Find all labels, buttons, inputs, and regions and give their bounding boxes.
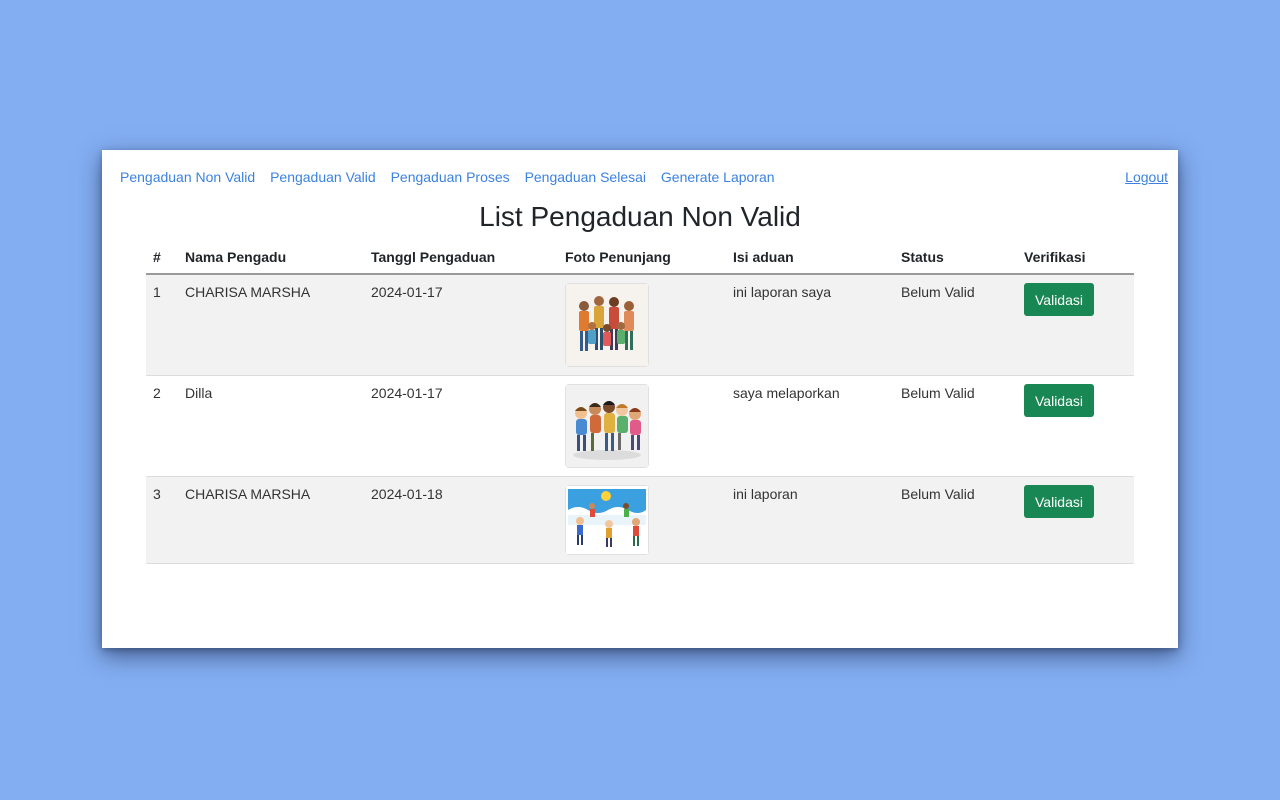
cell-verifikasi: Validasi: [1017, 476, 1134, 564]
nav-links: Pengaduan Non Valid Pengaduan Valid Peng…: [120, 169, 786, 185]
logout-link[interactable]: Logout: [1125, 167, 1168, 187]
table-row: 1 CHARISA MARSHA 2024-01-17 ini laporan …: [146, 274, 1134, 376]
cell-verifikasi: Validasi: [1017, 274, 1134, 376]
nav-link-pengaduan-proses[interactable]: Pengaduan Proses: [391, 169, 510, 185]
cell-foto: [558, 375, 726, 477]
cell-isi: saya melaporkan: [726, 375, 894, 477]
column-header-number: #: [146, 240, 178, 275]
cell-nama: CHARISA MARSHA: [178, 274, 364, 376]
cell-tanggal: 2024-01-17: [364, 274, 558, 376]
cell-status: Belum Valid: [894, 375, 1017, 477]
kids-group-photo[interactable]: [565, 384, 649, 468]
nav-link-pengaduan-valid[interactable]: Pengaduan Valid: [270, 169, 376, 185]
validasi-button[interactable]: Validasi: [1024, 283, 1094, 316]
page-title: List Pengaduan Non Valid: [479, 201, 801, 232]
cell-verifikasi: Validasi: [1017, 375, 1134, 477]
nav-link-pengaduan-selesai[interactable]: Pengaduan Selesai: [525, 169, 646, 185]
table-row: 2 Dilla 2024-01-17 saya melaporkan Belum…: [146, 375, 1134, 477]
column-header-nama: Nama Pengadu: [178, 240, 364, 275]
cell-number: 2: [146, 375, 178, 477]
app-window: Pengaduan Non Valid Pengaduan Valid Peng…: [102, 150, 1178, 648]
top-navigation: Pengaduan Non Valid Pengaduan Valid Peng…: [120, 167, 1168, 187]
kids-beach-image: [566, 486, 648, 554]
cell-number: 3: [146, 476, 178, 564]
family-group-image: [566, 284, 648, 366]
cell-isi: ini laporan: [726, 476, 894, 564]
kids-beach-photo[interactable]: [565, 485, 649, 555]
cell-number: 1: [146, 274, 178, 376]
cell-isi: ini laporan saya: [726, 274, 894, 376]
kids-group-image: [566, 385, 648, 467]
validasi-button[interactable]: Validasi: [1024, 384, 1094, 417]
column-header-status: Status: [894, 240, 1017, 275]
nav-link-generate-laporan[interactable]: Generate Laporan: [661, 169, 775, 185]
cell-tanggal: 2024-01-18: [364, 476, 558, 564]
cell-tanggal: 2024-01-17: [364, 375, 558, 477]
nav-link-pengaduan-non-valid[interactable]: Pengaduan Non Valid: [120, 169, 255, 185]
cell-nama: CHARISA MARSHA: [178, 476, 364, 564]
column-header-isi: Isi aduan: [726, 240, 894, 275]
family-group-photo[interactable]: [565, 283, 649, 367]
table-header-row: # Nama Pengadu Tanggl Pengaduan Foto Pen…: [146, 240, 1134, 275]
cell-status: Belum Valid: [894, 274, 1017, 376]
cell-status: Belum Valid: [894, 476, 1017, 564]
cell-foto: [558, 476, 726, 564]
cell-nama: Dilla: [178, 375, 364, 477]
complaints-table: # Nama Pengadu Tanggl Pengaduan Foto Pen…: [146, 240, 1134, 564]
validasi-button[interactable]: Validasi: [1024, 485, 1094, 518]
table-row: 3 CHARISA MARSHA 2024-01-18 ini laporan …: [146, 476, 1134, 564]
cell-foto: [558, 274, 726, 376]
column-header-tanggal: Tanggl Pengaduan: [364, 240, 558, 275]
column-header-foto: Foto Penunjang: [558, 240, 726, 275]
column-header-verifikasi: Verifikasi: [1017, 240, 1134, 275]
